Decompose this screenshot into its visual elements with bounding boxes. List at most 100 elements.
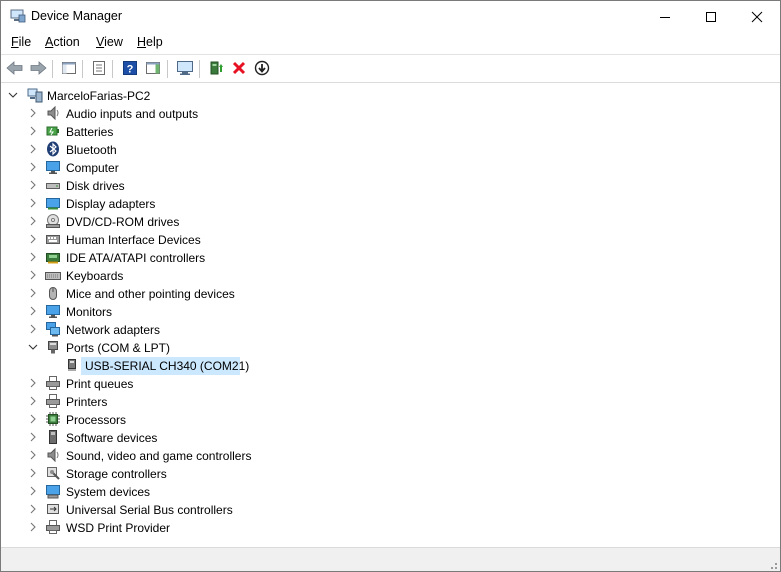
chevron-right-icon bbox=[30, 144, 36, 154]
update-driver-button[interactable] bbox=[205, 58, 227, 78]
show-hide-console-tree-icon bbox=[62, 62, 76, 74]
expander-network-adapters[interactable] bbox=[28, 324, 38, 334]
expander-display-adapters[interactable] bbox=[28, 198, 38, 208]
expander-ports-com-lpt[interactable] bbox=[28, 342, 38, 352]
tree-category-human-interface-devices[interactable]: Human Interface Devices bbox=[66, 233, 201, 247]
expander-human-interface-devices[interactable] bbox=[28, 234, 38, 244]
keyboard-icon bbox=[45, 272, 61, 280]
tree-category-mice-and-other-pointing-devices[interactable]: Mice and other pointing devices bbox=[66, 287, 235, 301]
tree-category-batteries[interactable]: Batteries bbox=[66, 125, 113, 139]
chevron-right-icon bbox=[30, 450, 36, 460]
storage-controller-icon bbox=[47, 467, 60, 480]
tree-category-sound-video-and-game-controllers[interactable]: Sound, video and game controllers bbox=[66, 449, 251, 463]
action-pane-button[interactable] bbox=[142, 58, 164, 78]
tree-category-universal-serial-bus-controllers[interactable]: Universal Serial Bus controllers bbox=[66, 503, 233, 517]
tree-category-bluetooth[interactable]: Bluetooth bbox=[66, 143, 117, 157]
expander-batteries[interactable] bbox=[28, 126, 38, 136]
tree-category-audio-inputs-and-outputs[interactable]: Audio inputs and outputs bbox=[66, 107, 198, 121]
minimize-button[interactable] bbox=[642, 1, 688, 32]
uninstall-device-icon bbox=[232, 61, 246, 75]
maximize-icon bbox=[706, 11, 716, 22]
device-tree[interactable]: MarceloFarias-PC2 Audio inputs and output… bbox=[1, 82, 780, 547]
properties-icon bbox=[93, 61, 105, 75]
chevron-right-icon bbox=[30, 126, 36, 136]
tree-root-computer-name[interactable]: MarceloFarias-PC2 bbox=[47, 89, 150, 103]
scan-hardware-button[interactable] bbox=[174, 58, 196, 78]
chevron-right-icon bbox=[30, 108, 36, 118]
tree-category-disk-drives[interactable]: Disk drives bbox=[66, 179, 125, 193]
properties-button[interactable] bbox=[88, 58, 110, 78]
uninstall-device-button[interactable] bbox=[228, 58, 250, 78]
expander-audio-inputs-and-outputs[interactable] bbox=[28, 108, 38, 118]
tree-category-printers[interactable]: Printers bbox=[66, 395, 107, 409]
tree-device-usb-serial-ch340[interactable]: USB-SERIAL CH340 (COM21) bbox=[85, 359, 249, 373]
resize-grip-icon[interactable] bbox=[767, 559, 777, 569]
expander-disk-drives[interactable] bbox=[28, 180, 38, 190]
expander-printers[interactable] bbox=[28, 396, 38, 406]
menu-view[interactable]: View bbox=[96, 35, 123, 49]
expander-processors[interactable] bbox=[28, 414, 38, 424]
expander-sound-video-and-game-controllers[interactable] bbox=[28, 450, 38, 460]
tree-category-keyboards[interactable]: Keyboards bbox=[66, 269, 123, 283]
expander-monitors[interactable] bbox=[28, 306, 38, 316]
tree-category-processors[interactable]: Processors bbox=[66, 413, 126, 427]
maximize-button[interactable] bbox=[688, 1, 734, 32]
printer-icon bbox=[46, 394, 60, 408]
menu-file[interactable]: File bbox=[11, 35, 31, 49]
chevron-right-icon bbox=[30, 468, 36, 478]
tree-category-software-devices[interactable]: Software devices bbox=[66, 431, 157, 445]
expander-universal-serial-bus-controllers[interactable] bbox=[28, 504, 38, 514]
tree-category-monitors[interactable]: Monitors bbox=[66, 305, 112, 319]
toolbar-separator bbox=[52, 60, 53, 78]
tree-category-ide-ata-atapi-controllers[interactable]: IDE ATA/ATAPI controllers bbox=[66, 251, 205, 265]
chevron-right-icon bbox=[30, 216, 36, 226]
tree-category-computer[interactable]: Computer bbox=[66, 161, 119, 175]
expander-wsd-print-provider[interactable] bbox=[28, 522, 38, 532]
back-button[interactable] bbox=[4, 58, 26, 78]
show-hide-console-tree-button[interactable] bbox=[58, 58, 80, 78]
tree-root-expander[interactable] bbox=[8, 90, 18, 100]
help-button[interactable]: ? bbox=[119, 58, 141, 78]
expander-mice-and-other-pointing-devices[interactable] bbox=[28, 288, 38, 298]
tree-category-system-devices[interactable]: System devices bbox=[66, 485, 150, 499]
software-device-icon bbox=[49, 430, 57, 444]
menu-help[interactable]: Help bbox=[137, 35, 163, 49]
expander-system-devices[interactable] bbox=[28, 486, 38, 496]
computer-icon bbox=[46, 161, 60, 174]
chevron-right-icon bbox=[30, 432, 36, 442]
tree-category-display-adapters[interactable]: Display adapters bbox=[66, 197, 155, 211]
forward-button[interactable] bbox=[27, 58, 49, 78]
tree-category-wsd-print-provider[interactable]: WSD Print Provider bbox=[66, 521, 170, 535]
expander-dvd-cd-rom-drives[interactable] bbox=[28, 216, 38, 226]
toolbar-separator bbox=[167, 60, 168, 78]
usb-icon bbox=[47, 504, 59, 514]
network-adapter-icon bbox=[46, 322, 60, 337]
expander-bluetooth[interactable] bbox=[28, 144, 38, 154]
ide-controller-icon bbox=[46, 253, 60, 264]
tree-category-ports-com-lpt[interactable]: Ports (COM & LPT) bbox=[66, 341, 170, 355]
toolbar-separator bbox=[82, 60, 83, 78]
tree-category-network-adapters[interactable]: Network adapters bbox=[66, 323, 160, 337]
disable-device-button[interactable] bbox=[251, 58, 273, 78]
expander-computer[interactable] bbox=[28, 162, 38, 172]
printer-icon bbox=[46, 376, 60, 390]
menu-help-mnemonic: H bbox=[137, 35, 147, 49]
svg-text:?: ? bbox=[127, 64, 134, 76]
forward-arrow-icon bbox=[30, 61, 47, 75]
expander-print-queues[interactable] bbox=[28, 378, 38, 388]
tree-category-print-queues[interactable]: Print queues bbox=[66, 377, 133, 391]
help-icon: ? bbox=[123, 61, 137, 76]
close-button[interactable] bbox=[734, 1, 780, 32]
menu-action[interactable]: Action bbox=[45, 35, 80, 49]
chevron-right-icon bbox=[30, 378, 36, 388]
bluetooth-icon bbox=[47, 141, 59, 157]
tree-category-dvd-cd-rom-drives[interactable]: DVD/CD-ROM drives bbox=[66, 215, 179, 229]
chevron-right-icon bbox=[30, 522, 36, 532]
expander-storage-controllers[interactable] bbox=[28, 468, 38, 478]
expander-ide-ata-atapi-controllers[interactable] bbox=[28, 252, 38, 262]
expander-keyboards[interactable] bbox=[28, 270, 38, 280]
tree-category-storage-controllers[interactable]: Storage controllers bbox=[66, 467, 167, 481]
title-bar[interactable]: Device Manager bbox=[1, 1, 780, 32]
usb-serial-device-icon bbox=[68, 359, 76, 371]
expander-software-devices[interactable] bbox=[28, 432, 38, 442]
